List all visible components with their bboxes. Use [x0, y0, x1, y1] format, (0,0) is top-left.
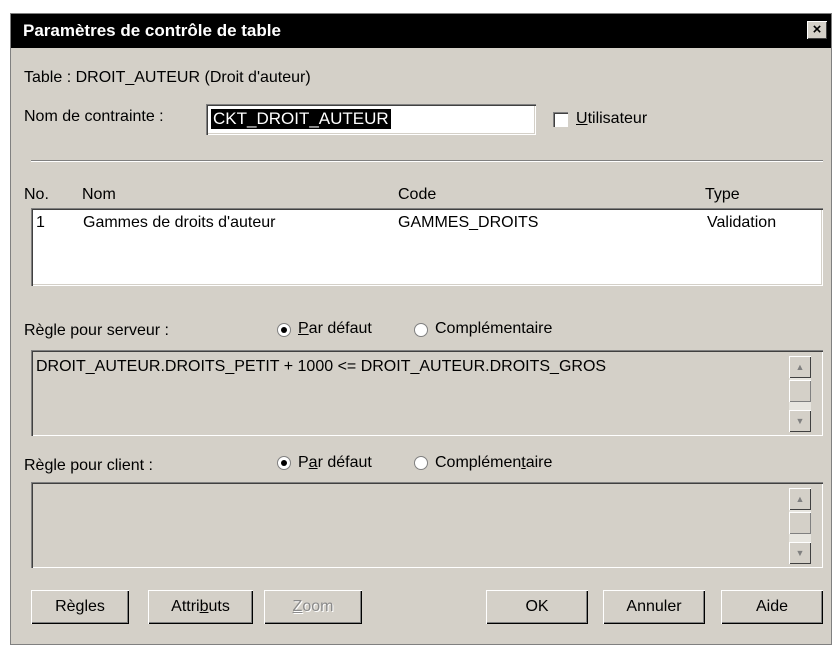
client-rule-label: Règle pour client : [24, 457, 153, 474]
title-bar: Paramètres de contrôle de table × [11, 14, 831, 48]
ok-button[interactable]: OK [486, 590, 588, 624]
client-complementary-radio[interactable] [414, 456, 428, 470]
server-rule-scrollbar[interactable]: ▲ ▼ [789, 356, 811, 432]
rules-list[interactable]: 1 Gammes de droits d'auteur GAMMES_DROIT… [31, 208, 823, 286]
row-code: GAMMES_DROITS [398, 214, 539, 231]
server-rule-label: Règle pour serveur : [24, 322, 169, 339]
server-rule-text[interactable]: DROIT_AUTEUR.DROITS_PETIT + 1000 <= DROI… [31, 350, 823, 436]
table-check-dialog: Paramètres de contrôle de table × Table … [10, 13, 832, 645]
constraint-name-label: Nom de contrainte : [24, 108, 164, 125]
scroll-thumb[interactable] [789, 380, 811, 402]
row-type: Validation [707, 214, 777, 231]
client-default-radio[interactable] [277, 456, 291, 470]
scroll-down-icon[interactable]: ▼ [789, 542, 811, 564]
user-checkbox-label: Utilisateur [576, 110, 648, 127]
column-header-code: Code [398, 186, 437, 203]
client-complementary-label: Complémentaire [435, 454, 553, 471]
row-no: 1 [36, 214, 45, 231]
dialog-title: Paramètres de contrôle de table [23, 21, 281, 40]
column-header-name: Nom [82, 186, 116, 203]
zoom-button[interactable]: Zoom [264, 590, 362, 624]
scroll-thumb[interactable] [789, 512, 811, 534]
close-icon: × [812, 21, 822, 38]
table-info-label: Table : DROIT_AUTEUR (Droit d'auteur) [24, 69, 311, 86]
server-default-label: Par défaut [298, 320, 372, 337]
server-default-radio[interactable] [277, 323, 291, 337]
server-complementary-radio[interactable] [414, 323, 428, 337]
constraint-name-value: CKT_DROIT_AUTEUR [211, 109, 391, 129]
rules-button[interactable]: Règles [31, 590, 129, 624]
user-checkbox[interactable] [553, 112, 568, 127]
server-complementary-label: Complémentaire [435, 320, 553, 337]
attributes-button[interactable]: Attributs [148, 590, 253, 624]
scroll-down-icon[interactable]: ▼ [789, 410, 811, 432]
row-name: Gammes de droits d'auteur [83, 214, 276, 231]
server-rule-expression: DROIT_AUTEUR.DROITS_PETIT + 1000 <= DROI… [36, 358, 607, 375]
scroll-up-icon[interactable]: ▲ [789, 356, 811, 378]
client-rule-scrollbar[interactable]: ▲ ▼ [789, 488, 811, 564]
column-header-type: Type [705, 186, 740, 203]
column-header-no: No. [24, 186, 49, 203]
client-default-label: Par défaut [298, 454, 372, 471]
help-button[interactable]: Aide [721, 590, 823, 624]
client-rule-text[interactable]: ▲ ▼ [31, 482, 823, 568]
separator [31, 160, 823, 162]
close-button[interactable]: × [807, 21, 827, 39]
scroll-up-icon[interactable]: ▲ [789, 488, 811, 510]
constraint-name-input[interactable]: CKT_DROIT_AUTEUR [206, 104, 536, 135]
cancel-button[interactable]: Annuler [603, 590, 705, 624]
